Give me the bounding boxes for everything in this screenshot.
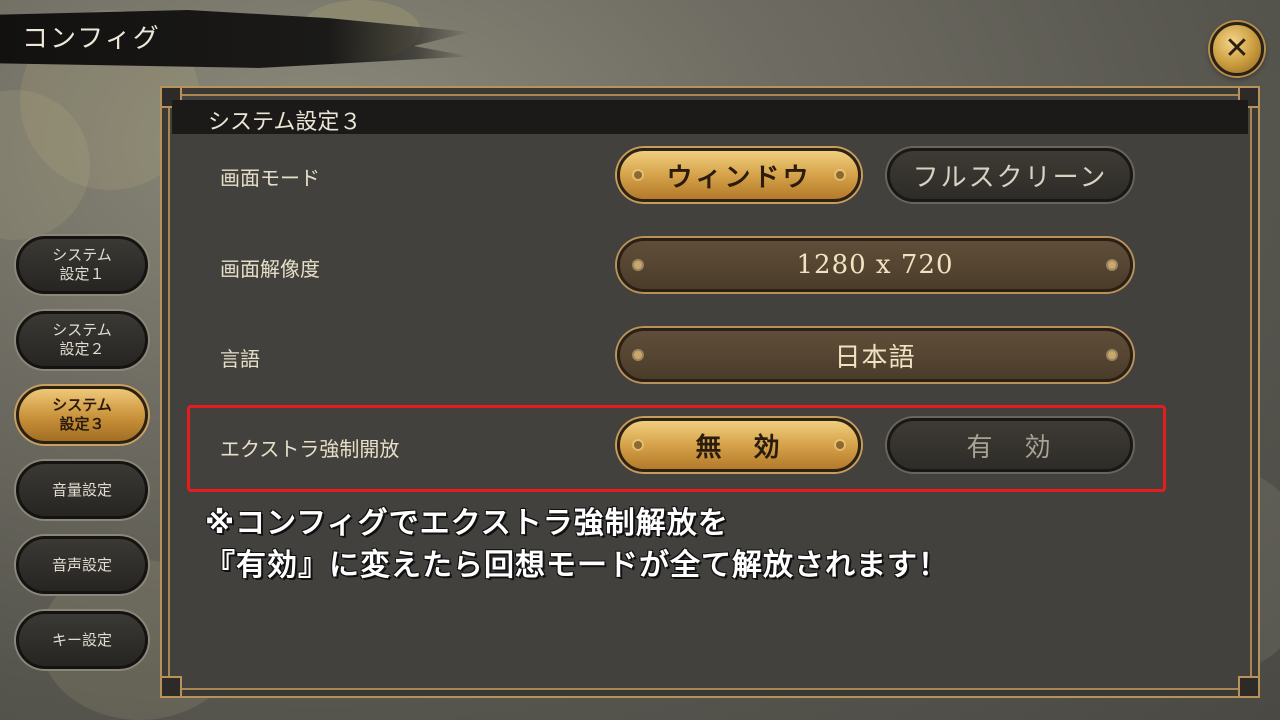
close-button[interactable]: ✕ — [1210, 22, 1264, 76]
language-select[interactable]: 日本語 — [617, 328, 1133, 382]
screen-mode-label: 画面モード — [220, 166, 320, 190]
sidebar-item-label: 音量設定 — [51, 480, 112, 499]
language-label: 言語 — [220, 347, 260, 371]
annotation-highlight-box — [187, 405, 1166, 492]
sidebar-item-voice[interactable]: 音声設定 — [16, 536, 148, 594]
corner-ornament — [160, 676, 182, 698]
resolution-value: 1280 x 720 — [796, 250, 954, 280]
panel-title: システム設定３ — [208, 110, 362, 135]
sidebar-item-label: システム — [52, 321, 112, 339]
resolution-label: 画面解像度 — [220, 257, 320, 281]
annotation-line-2: 『有効』に変えたら回想モードが全て解放されます！ — [205, 548, 949, 583]
sidebar-item-label: 設定１ — [59, 265, 105, 283]
resolution-select[interactable]: 1280 x 720 — [617, 238, 1133, 292]
annotation-line-1: ※コンフィグでエクストラ強制解放を — [205, 506, 729, 541]
language-value: 日本語 — [834, 342, 916, 373]
sidebar-item-label: システム — [52, 246, 112, 264]
sidebar-item-label: 音声設定 — [51, 555, 112, 574]
sidebar-item-volume[interactable]: 音量設定 — [16, 461, 148, 519]
sidebar-item-label: 設定２ — [59, 340, 105, 358]
sidebar-item-system-1[interactable]: システム 設定１ — [16, 236, 148, 294]
panel-header: システム設定３ — [172, 100, 1248, 135]
sidebar-item-label: システム — [52, 396, 112, 414]
corner-ornament — [1238, 676, 1260, 698]
fullscreen-mode-label: フルスクリーン — [912, 162, 1108, 193]
sidebar-item-keys[interactable]: キー設定 — [16, 611, 148, 669]
fullscreen-mode-button[interactable]: フルスクリーン — [887, 148, 1133, 202]
sidebar-item-label: キー設定 — [51, 630, 112, 649]
window-mode-label: ウィンドウ — [666, 162, 812, 193]
sidebar-item-system-3[interactable]: システム 設定３ — [16, 386, 148, 444]
sidebar-item-system-2[interactable]: システム 設定２ — [16, 311, 148, 369]
page-title: コンフィグ — [22, 24, 161, 54]
sidebar-item-label: 設定３ — [59, 415, 105, 433]
window-mode-button[interactable]: ウィンドウ — [617, 148, 861, 202]
close-x-icon: ✕ — [1224, 31, 1250, 66]
